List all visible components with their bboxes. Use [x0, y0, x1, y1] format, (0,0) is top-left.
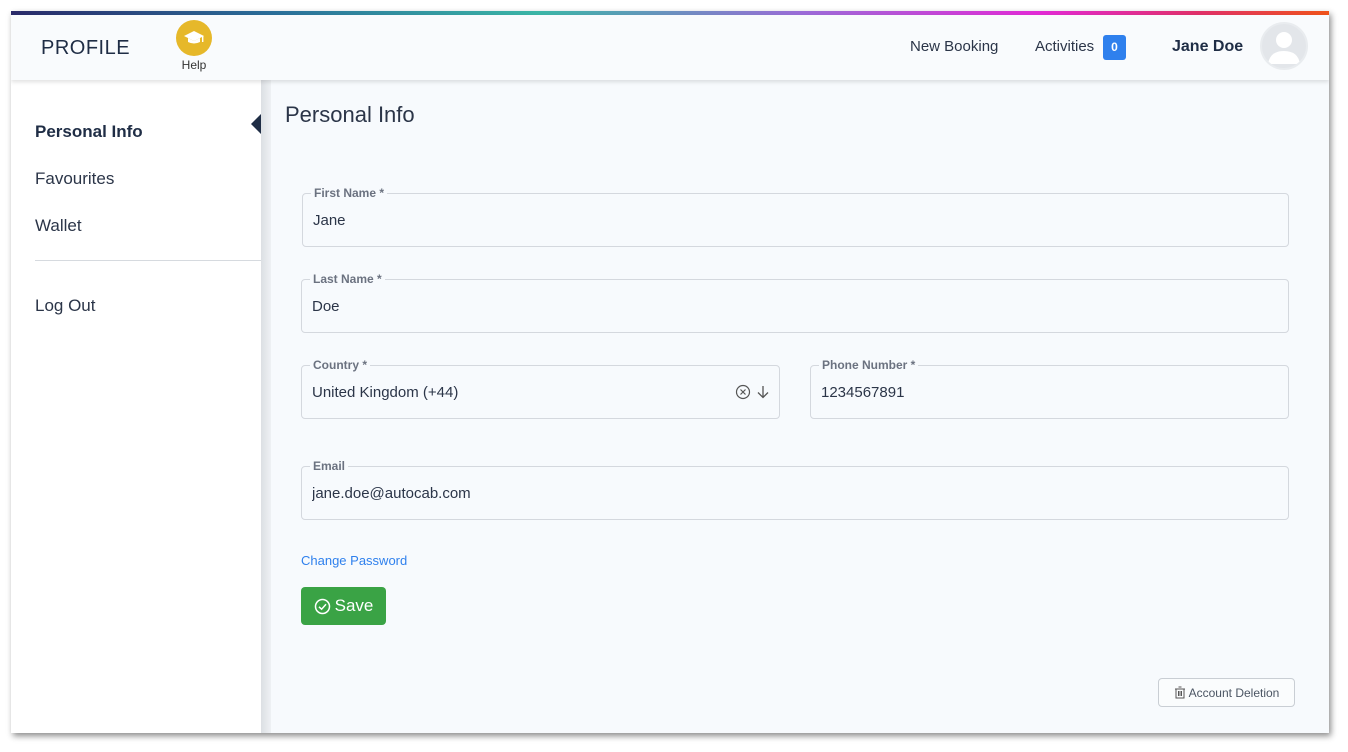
page-brand: PROFILE: [41, 37, 131, 59]
avatar[interactable]: [1260, 22, 1308, 70]
graduation-cap-icon: [176, 20, 212, 56]
email-input[interactable]: [312, 467, 1228, 519]
app-window: PROFILE Help New Booking Activities 0 Ja…: [11, 11, 1329, 733]
phone-number-field[interactable]: Phone Number *: [810, 358, 1289, 419]
first-name-input[interactable]: [313, 194, 1228, 246]
check-circle-icon: [314, 598, 330, 614]
help-button[interactable]: Help: [176, 20, 212, 72]
country-select[interactable]: Country *: [301, 358, 780, 419]
account-deletion-label: Account Deletion: [1188, 685, 1280, 700]
sidebar: Personal Info Favourites Wallet Log Out: [11, 80, 261, 733]
phone-number-input[interactable]: [821, 366, 1228, 418]
first-name-field[interactable]: First Name *: [302, 186, 1289, 247]
sidebar-item-logout[interactable]: Log Out: [35, 296, 96, 316]
save-label: Save: [334, 596, 374, 615]
user-name[interactable]: Jane Doe: [1172, 38, 1243, 56]
top-header: PROFILE Help New Booking Activities 0 Ja…: [11, 15, 1329, 80]
sidebar-item-wallet[interactable]: Wallet: [35, 216, 82, 236]
trash-icon: [1174, 686, 1185, 699]
email-field[interactable]: Email: [301, 459, 1289, 520]
activities-count-badge[interactable]: 0: [1103, 35, 1126, 60]
nav-activities[interactable]: Activities: [1035, 38, 1094, 55]
user-avatar-icon: [1268, 32, 1300, 64]
clear-icon[interactable]: [735, 384, 751, 400]
active-indicator-arrow: [251, 114, 261, 134]
change-password-link[interactable]: Change Password: [301, 553, 407, 568]
last-name-input[interactable]: [312, 280, 1228, 332]
page-title: Personal Info: [285, 102, 415, 127]
save-button[interactable]: Save: [301, 587, 386, 625]
sidebar-item-personal-info[interactable]: Personal Info: [35, 122, 143, 142]
arrow-down-icon[interactable]: [755, 384, 771, 400]
account-deletion-button[interactable]: Account Deletion: [1158, 678, 1295, 707]
sidebar-item-favourites[interactable]: Favourites: [35, 169, 114, 189]
last-name-field[interactable]: Last Name *: [301, 272, 1289, 333]
help-label: Help: [181, 58, 207, 72]
nav-new-booking[interactable]: New Booking: [910, 38, 998, 55]
sidebar-divider: [35, 260, 261, 261]
country-input[interactable]: [312, 366, 719, 418]
sidebar-edge: [261, 80, 271, 733]
